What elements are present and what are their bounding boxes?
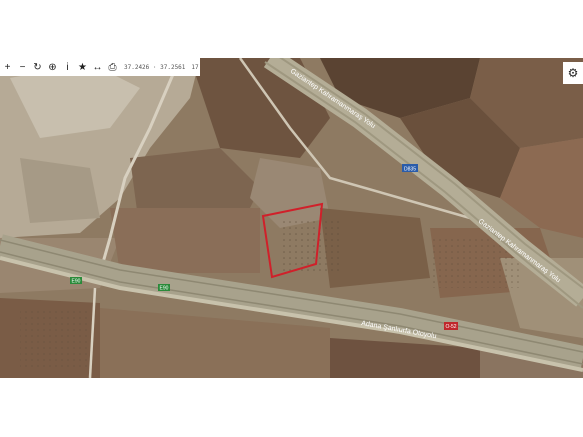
svg-text:E90: E90 bbox=[160, 286, 169, 292]
print-icon[interactable]: ⎙ bbox=[105, 58, 120, 76]
route-shield-e90-mid: E90 bbox=[158, 284, 170, 292]
zoom-out-icon[interactable]: − bbox=[15, 58, 30, 76]
svg-text:E90: E90 bbox=[72, 279, 81, 285]
zoom-in-icon[interactable]: + bbox=[0, 58, 15, 76]
coordinates-readout: 37.2426 · 37.2561 bbox=[124, 63, 186, 71]
svg-text:D835: D835 bbox=[404, 167, 416, 173]
locate-icon[interactable]: ⊕ bbox=[45, 58, 60, 76]
gear-icon[interactable]: ⚙ bbox=[563, 62, 583, 84]
svg-text:O-52: O-52 bbox=[445, 324, 456, 330]
measure-icon[interactable]: ↔ bbox=[90, 58, 105, 76]
refresh-icon[interactable]: ↻ bbox=[30, 58, 45, 76]
satellite-map[interactable]: Gaziantep Kahramanmaraş Yolu Gaziantep K… bbox=[0, 58, 583, 378]
route-shield-e90-left: E90 bbox=[70, 277, 82, 285]
route-shield-o52: O-52 bbox=[444, 322, 458, 330]
route-shield-d835: D835 bbox=[402, 164, 418, 173]
map-canvas[interactable]: Gaziantep Kahramanmaraş Yolu Gaziantep K… bbox=[0, 58, 583, 378]
zoom-level: 17 bbox=[191, 63, 199, 71]
favorite-star-icon[interactable]: ★ bbox=[75, 58, 90, 76]
map-toolbar: + − ↻ ⊕ i ★ ↔ ⎙ 37.2426 · 37.2561 17 bbox=[0, 58, 200, 76]
info-icon[interactable]: i bbox=[60, 58, 75, 76]
